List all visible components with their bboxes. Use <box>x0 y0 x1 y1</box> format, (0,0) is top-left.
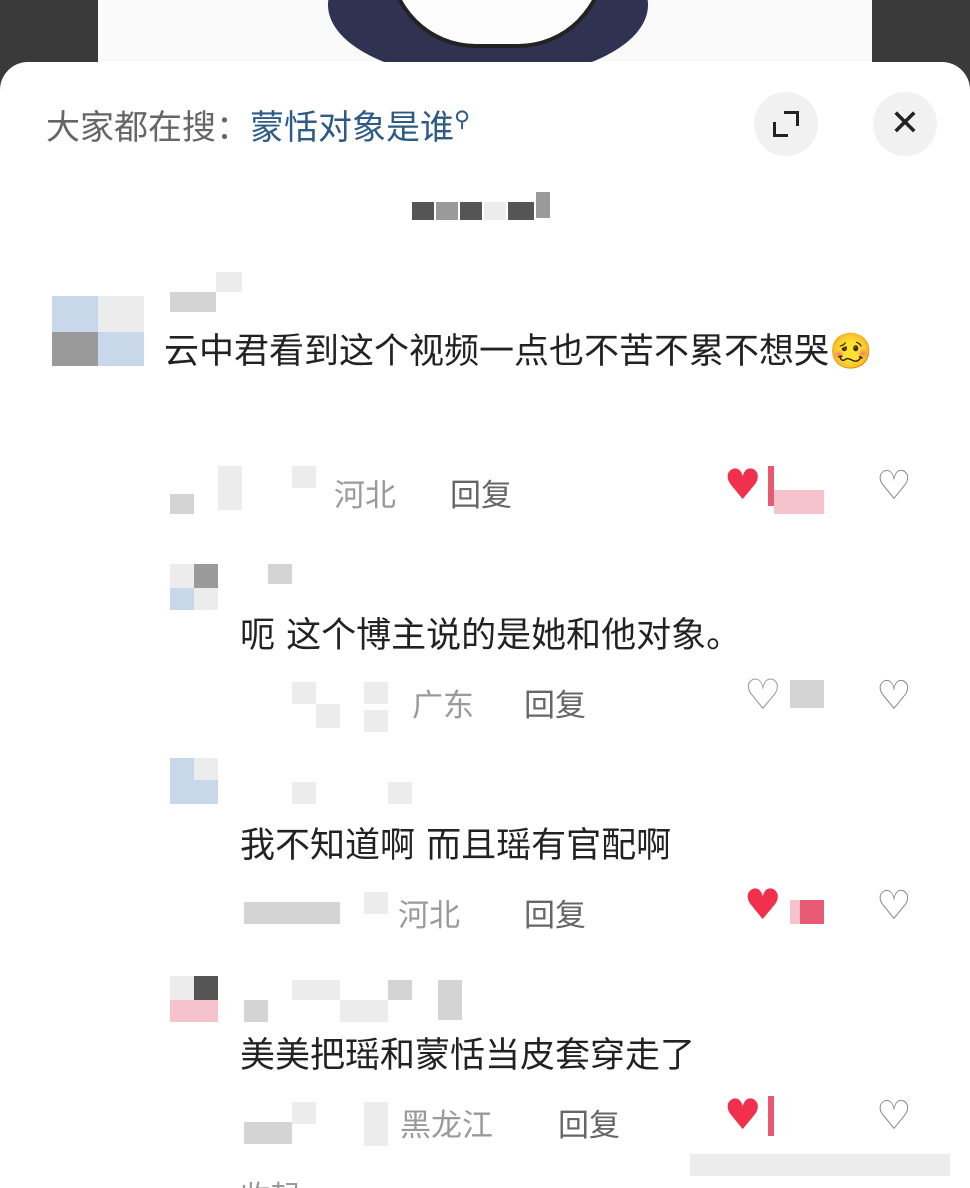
dislike-broken-heart-icon[interactable]: ♡ <box>876 676 912 716</box>
like-heart-icon[interactable]: ♥ <box>744 884 782 926</box>
reply-button[interactable]: 回复 <box>450 470 512 515</box>
like-heart-icon[interactable]: ♥ <box>724 1094 762 1136</box>
close-icon: ✕ <box>889 103 921 144</box>
comment-panel: 大家都在搜：蒙恬对象是谁⚲ ✕ 云中君看到这个视频一点也不苦不累不想哭🥴 河北 … <box>0 62 970 1188</box>
like-heart-icon[interactable]: ♥ <box>724 464 762 506</box>
dislike-broken-heart-icon[interactable]: ♡ <box>876 1096 912 1136</box>
dislike-broken-heart-icon[interactable]: ♡ <box>876 466 912 506</box>
like-heart-outline-icon[interactable]: ♡ <box>744 674 782 716</box>
comment-text: 美美把瑶和蒙恬当皮套穿走了 <box>240 1036 696 1076</box>
reply-button[interactable]: 回复 <box>558 1100 620 1145</box>
emoji-woozy-face: 🥴 <box>829 332 873 372</box>
reply-button[interactable]: 回复 <box>524 680 586 725</box>
comment-text: 我不知道啊 而且瑶有官配啊 <box>240 826 672 866</box>
comment-location: 河北 <box>398 898 460 934</box>
comment-location: 黑龙江 <box>400 1108 493 1144</box>
expand-button[interactable] <box>754 92 818 156</box>
search-suggestion[interactable]: 大家都在搜：蒙恬对象是谁⚲ <box>46 100 470 149</box>
comment-location: 广东 <box>412 688 474 724</box>
reply-button[interactable]: 回复 <box>524 890 586 935</box>
comment-text: 云中君看到这个视频一点也不苦不累不想哭🥴 <box>164 332 873 372</box>
comment-location: 河北 <box>334 478 396 514</box>
collapse-replies-link[interactable]: 收起 <box>240 1172 300 1188</box>
expand-icon <box>773 111 799 137</box>
close-button[interactable]: ✕ <box>873 92 937 156</box>
comment-text: 呃 这个博主说的是她和他对象。 <box>240 616 742 656</box>
search-icon: ⚲ <box>454 107 471 133</box>
search-prefix: 大家都在搜： <box>46 108 250 148</box>
dislike-broken-heart-icon[interactable]: ♡ <box>876 886 912 926</box>
search-term-link[interactable]: 蒙恬对象是谁 <box>250 108 454 148</box>
